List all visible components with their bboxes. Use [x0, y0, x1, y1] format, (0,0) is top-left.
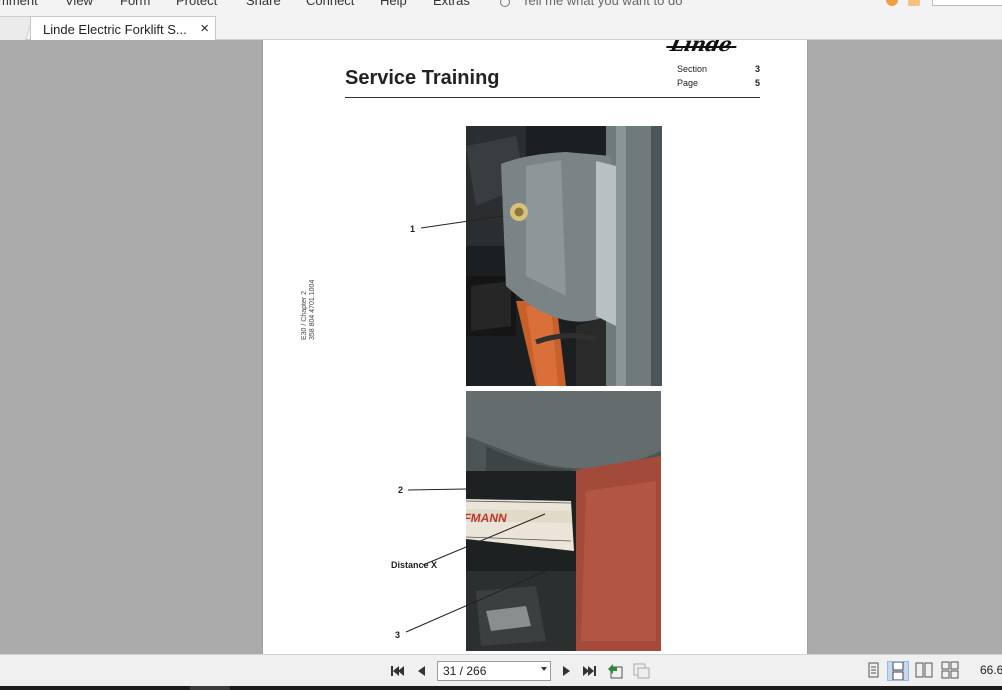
close-tab-icon[interactable]: × — [200, 20, 209, 37]
lightbulb-icon — [500, 0, 510, 7]
continuous-view-icon[interactable] — [887, 661, 909, 681]
account-icon[interactable] — [886, 0, 898, 6]
linde-logo: Linde — [668, 40, 734, 56]
menu-share[interactable]: Share — [246, 0, 281, 8]
menu-extras[interactable]: Extras — [433, 0, 470, 8]
callout-distance-x: Distance X — [391, 560, 438, 570]
next-view-icon[interactable] — [633, 663, 650, 679]
next-page-icon[interactable] — [558, 663, 574, 679]
header-rule — [345, 97, 760, 98]
taskbar — [0, 686, 1002, 690]
callout-2: 2 — [398, 485, 404, 495]
photo-bracket-bolt — [466, 126, 662, 386]
pdf-page: Linde Service Training Section 3 Page 5 … — [263, 40, 807, 654]
menu-protect[interactable]: Protect — [176, 0, 217, 8]
tell-me-search[interactable]: Tell me what you want to do — [500, 0, 682, 8]
tab-start[interactable] — [0, 16, 34, 40]
side-note-line1: E30 / Chapter 2 — [301, 290, 308, 340]
page-dropdown-icon[interactable] — [541, 667, 547, 671]
menu-comment[interactable]: mment — [0, 0, 38, 8]
menu-help[interactable]: Help — [380, 0, 407, 8]
menu-view[interactable]: View — [65, 0, 93, 8]
menu-form[interactable]: Form — [120, 0, 150, 8]
last-page-icon[interactable] — [582, 663, 598, 679]
facing-view-icon[interactable] — [914, 661, 936, 681]
tab-document[interactable]: Linde Electric Forklift S... × — [30, 16, 216, 41]
side-note: E30 / Chapter 2 358 804 4701.1004 — [301, 280, 317, 340]
page-indicator: 31 / 266 — [443, 664, 487, 678]
first-page-icon[interactable] — [389, 663, 405, 679]
previous-view-icon[interactable] — [607, 663, 623, 679]
page-label: Page — [677, 78, 699, 88]
tell-me-text: Tell me what you want to do — [522, 0, 683, 8]
find-input[interactable] — [932, 0, 1002, 6]
navigation-bar: 31 / 266 66.6 — [0, 654, 1002, 686]
svg-text:HOFMANN: HOFMANN — [466, 511, 508, 525]
section-value: 3 — [754, 64, 760, 74]
tab-bar: Linde Electric Forklift S... × — [0, 14, 1002, 41]
menu-bar: mment View Form Protect Share Connect He… — [0, 0, 1002, 14]
notification-icon[interactable] — [908, 0, 920, 6]
page-number-field[interactable]: 31 / 266 — [437, 661, 551, 681]
document-viewport[interactable]: Linde Service Training Section 3 Page 5 … — [0, 40, 1002, 654]
single-page-view-icon[interactable] — [863, 661, 885, 681]
zoom-level[interactable]: 66.6 — [980, 663, 1002, 677]
section-label: Section — [677, 64, 708, 74]
menu-connect[interactable]: Connect — [306, 0, 354, 8]
side-note-line2: 358 804 4701.1004 — [309, 279, 316, 340]
photo-tape-measure: HOFMANN — [466, 391, 661, 651]
callout-3: 3 — [395, 630, 401, 640]
tab-title: Linde Electric Forklift S... — [43, 22, 187, 37]
previous-page-icon[interactable] — [414, 663, 430, 679]
page-title: Service Training — [345, 67, 500, 89]
page-value: 5 — [754, 78, 760, 88]
callout-1: 1 — [410, 224, 416, 234]
continuous-facing-view-icon[interactable] — [940, 661, 962, 681]
